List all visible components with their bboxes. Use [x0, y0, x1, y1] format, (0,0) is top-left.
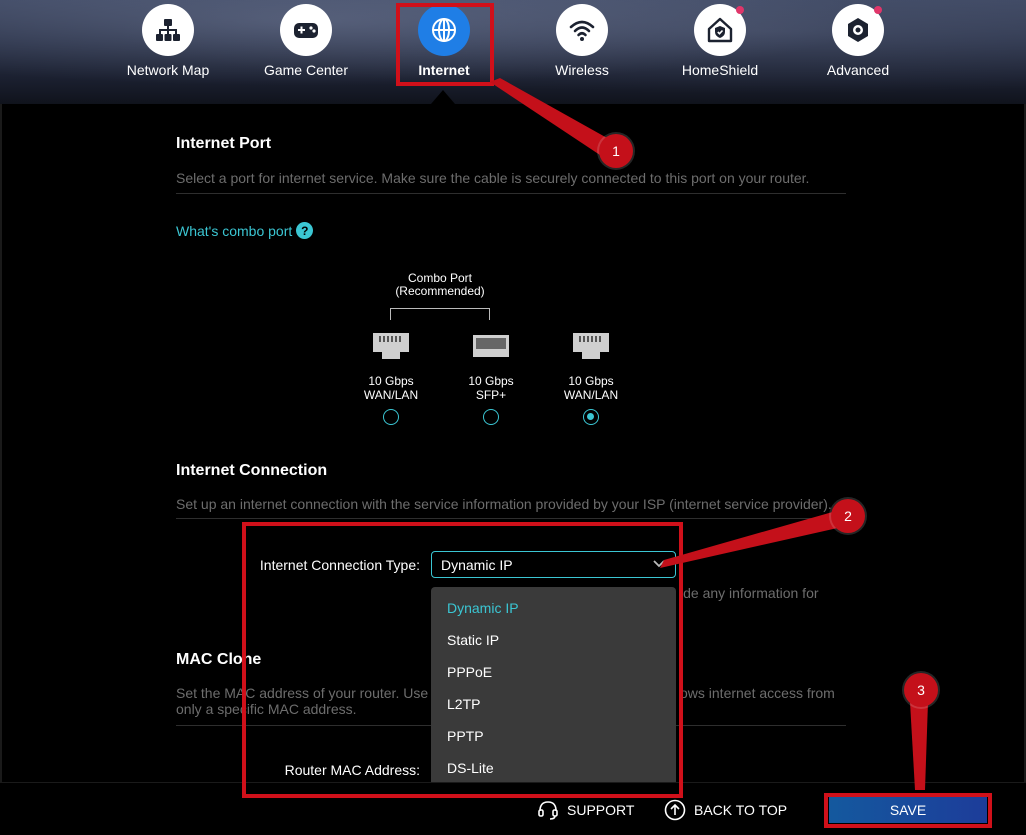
sfp-port-icon: [472, 332, 510, 360]
annotation-highlight-connection-type: [242, 522, 683, 798]
wifi-icon: [556, 4, 608, 56]
support-label: SUPPORT: [567, 802, 635, 818]
home-shield-icon: [694, 4, 746, 56]
annotation-badge-3: 3: [904, 673, 938, 707]
port-radio-1[interactable]: [383, 409, 399, 425]
nav-label-network-map: Network Map: [126, 62, 210, 78]
internet-port-title: Internet Port: [176, 135, 272, 152]
internet-connection-description: Set up an internet connection with the s…: [176, 496, 832, 512]
divider: [176, 193, 846, 194]
nav-item-wireless[interactable]: Wireless: [522, 4, 642, 78]
back-to-top-label: BACK TO TOP: [694, 802, 788, 818]
port-type: WAN/LAN: [563, 388, 619, 402]
nav-item-game-center[interactable]: Game Center: [246, 4, 366, 78]
network-map-icon: [142, 4, 194, 56]
question-icon: ?: [296, 222, 314, 239]
ethernet-port-icon: [372, 332, 410, 360]
ethernet-port-icon: [572, 332, 610, 360]
nav-label-wireless: Wireless: [555, 62, 609, 78]
port-radio-2[interactable]: [483, 409, 499, 425]
port-option-1: 10 Gbps WAN/LAN: [351, 332, 431, 425]
nav-label-game-center: Game Center: [263, 62, 349, 78]
combo-caption-line2: (Recommended): [395, 284, 485, 298]
nav-item-homeshield[interactable]: HomeShield: [660, 4, 780, 78]
top-navigation: Network Map Game Center Internet Wireles…: [0, 0, 1026, 104]
nav-item-network-map[interactable]: Network Map: [108, 4, 228, 78]
port-label: 10 Gbps WAN/LAN: [351, 374, 431, 402]
nav-item-advanced[interactable]: Advanced: [798, 4, 918, 78]
combo-port-caption: Combo Port (Recommended): [380, 272, 500, 298]
port-label: 10 Gbps SFP+: [451, 374, 531, 402]
notification-dot: [874, 6, 882, 14]
connection-hint-text: ide any information for: [680, 585, 819, 601]
annotation-highlight-internet-tab: [396, 3, 494, 86]
mac-clone-description-right: ows internet access from: [680, 685, 835, 701]
gear-icon: [832, 4, 884, 56]
gamepad-icon: [280, 4, 332, 56]
arrow-up-icon: [664, 799, 686, 821]
annotation-badge-2: 2: [831, 499, 865, 533]
port-option-2: 10 Gbps SFP+: [451, 332, 531, 425]
port-option-3: 10 Gbps WAN/LAN: [551, 332, 631, 425]
back-to-top-link[interactable]: BACK TO TOP: [664, 799, 787, 821]
port-speed: 10 Gbps: [468, 374, 514, 388]
active-tab-pointer: [431, 90, 455, 104]
port-type: SFP+: [475, 388, 507, 402]
headset-icon: [538, 801, 558, 820]
support-link[interactable]: SUPPORT: [537, 799, 634, 821]
port-speed: 10 Gbps: [368, 374, 414, 388]
combo-port-bracket: [390, 308, 490, 320]
combo-port-help-link[interactable]: What's combo port ?: [176, 222, 314, 239]
nav-label-homeshield: HomeShield: [681, 62, 759, 78]
port-speed: 10 Gbps: [568, 374, 614, 388]
port-label: 10 Gbps WAN/LAN: [551, 374, 631, 402]
divider: [176, 518, 846, 519]
port-radio-3[interactable]: [583, 409, 599, 425]
internet-connection-title: Internet Connection: [176, 462, 328, 479]
port-type: WAN/LAN: [363, 388, 419, 402]
internet-port-description: Select a port for internet service. Make…: [176, 170, 810, 186]
annotation-highlight-save: [824, 793, 992, 828]
nav-label-advanced: Advanced: [826, 62, 890, 78]
combo-port-link-text: What's combo port: [176, 222, 293, 239]
notification-dot: [736, 6, 744, 14]
annotation-badge-1: 1: [599, 134, 633, 168]
